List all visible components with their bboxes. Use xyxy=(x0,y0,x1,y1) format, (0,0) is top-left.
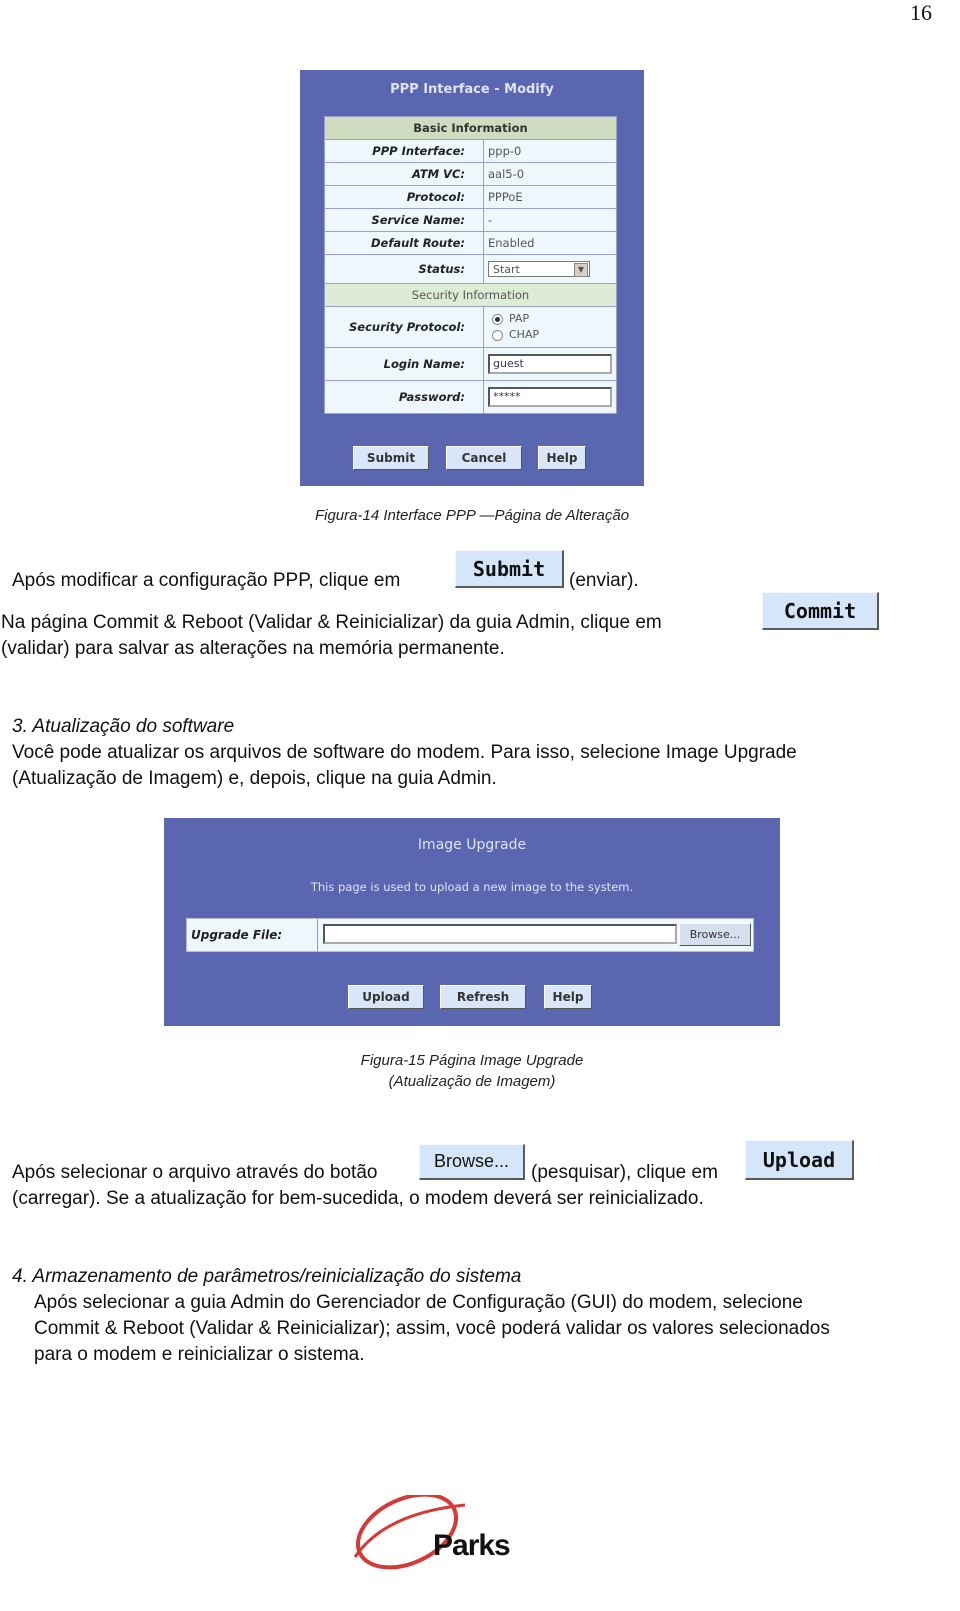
section4-line3: para o modem e reinicializar o sistema. xyxy=(34,1344,365,1365)
figure-14-caption: Figura-14 Interface PPP —Página de Alter… xyxy=(314,507,630,524)
submit-button[interactable]: Submit xyxy=(353,446,429,470)
section4-line1: Após selecionar a guia Admin do Gerencia… xyxy=(34,1292,803,1313)
para2-line2: (validar) para salvar as alterações na m… xyxy=(1,638,505,659)
radio-unselected-icon xyxy=(492,329,503,341)
upgrade-file-row: Upgrade File: Browse... xyxy=(186,918,754,952)
table-row: Service Name: - xyxy=(324,208,617,232)
ppp-form-table: Basic Information PPP Interface: ppp-0 AT… xyxy=(324,116,617,414)
divider xyxy=(317,919,318,951)
field-value: PPPoE xyxy=(483,185,617,209)
section3-heading: 3. Atualização do software xyxy=(12,716,235,737)
upload-inline-button[interactable]: Upload xyxy=(745,1140,854,1180)
field-label: Protocol: xyxy=(324,185,484,209)
panel-description: This page is used to upload a new image … xyxy=(310,880,634,894)
figure-15-caption-line2: (Atualização de Imagem) xyxy=(388,1073,556,1090)
page-number: 16 xyxy=(910,0,932,25)
field-label: Default Route: xyxy=(324,231,484,255)
para3-line2: (carregar). Se a atualização for bem-suc… xyxy=(12,1188,704,1209)
section-security-information: Security Information xyxy=(324,283,617,307)
table-row: Security Protocol: PAP CHAP xyxy=(324,306,617,348)
table-row: Login Name: guest xyxy=(324,347,617,381)
field-value: ppp-0 xyxy=(483,139,617,163)
section3-line1: Você pode atualizar os arquivos de softw… xyxy=(12,742,797,763)
table-row: Status: Start ▼ xyxy=(324,254,617,284)
field-value: - xyxy=(483,208,617,232)
radio-label: CHAP xyxy=(509,328,540,341)
para3-text-middle: (pesquisar), clique em xyxy=(531,1162,718,1183)
field-value: aal5-0 xyxy=(483,162,617,186)
upgrade-file-input[interactable] xyxy=(323,924,677,944)
browse-inline-button[interactable]: Browse... xyxy=(419,1144,525,1180)
login-name-label: Login Name: xyxy=(324,347,484,381)
submit-inline-button[interactable]: Submit xyxy=(455,550,564,588)
logo-text: Parks xyxy=(433,1529,511,1562)
upload-button[interactable]: Upload xyxy=(348,985,424,1009)
login-name-input[interactable]: guest xyxy=(488,354,612,374)
ppp-interface-panel: PPP Interface - Modify Basic Information… xyxy=(300,70,644,486)
section4-line2: Commit & Reboot (Validar & Reinicializar… xyxy=(34,1318,830,1339)
table-row: PPP Interface: ppp-0 xyxy=(324,139,617,163)
status-label: Status: xyxy=(324,254,484,284)
help-button[interactable]: Help xyxy=(544,985,592,1009)
para2-line1: Na página Commit & Reboot (Validar & Rei… xyxy=(1,612,662,633)
radio-chap[interactable]: CHAP xyxy=(492,327,612,343)
status-select-value: Start xyxy=(493,263,520,276)
commit-inline-button[interactable]: Commit xyxy=(762,592,879,630)
section3-line2: (Atualização de Imagem) e, depois, cliqu… xyxy=(12,768,497,789)
table-row: Password: ***** xyxy=(324,380,617,414)
image-upgrade-panel: Image Upgrade This page is used to uploa… xyxy=(164,818,780,1026)
parks-logo: Parks xyxy=(345,1495,555,1611)
para3-text-before: Após selecionar o arquivo através do bot… xyxy=(12,1162,378,1183)
figure-15-caption-line1: Figura-15 Página Image Upgrade xyxy=(360,1052,584,1069)
table-row: Default Route: Enabled xyxy=(324,231,617,255)
upgrade-file-label: Upgrade File: xyxy=(191,928,283,942)
radio-pap[interactable]: PAP xyxy=(492,311,612,327)
field-value: Enabled xyxy=(483,231,617,255)
section-basic-information: Basic Information xyxy=(324,116,617,140)
password-input[interactable]: ***** xyxy=(488,387,612,407)
section4-heading: 4. Armazenamento de parâmetros/reinicial… xyxy=(12,1266,522,1287)
chevron-down-icon: ▼ xyxy=(574,263,588,277)
field-label: Service Name: xyxy=(324,208,484,232)
browse-button[interactable]: Browse... xyxy=(679,923,751,946)
radio-selected-icon xyxy=(492,313,503,325)
table-row: Protocol: PPPoE xyxy=(324,185,617,209)
password-label: Password: xyxy=(324,380,484,414)
cancel-button[interactable]: Cancel xyxy=(446,446,522,470)
help-button[interactable]: Help xyxy=(538,446,586,470)
security-protocol-label: Security Protocol: xyxy=(324,306,484,348)
panel-title: PPP Interface - Modify xyxy=(390,82,554,97)
status-select[interactable]: Start ▼ xyxy=(488,261,590,277)
para1-text-after: (enviar). xyxy=(569,570,639,591)
para1-text-before: Após modificar a configuração PPP, cliqu… xyxy=(12,570,401,591)
panel-title: Image Upgrade xyxy=(417,837,527,853)
refresh-button[interactable]: Refresh xyxy=(440,985,526,1009)
radio-label: PAP xyxy=(509,312,530,325)
field-label: ATM VC: xyxy=(324,162,484,186)
field-label: PPP Interface: xyxy=(324,139,484,163)
table-row: ATM VC: aal5-0 xyxy=(324,162,617,186)
